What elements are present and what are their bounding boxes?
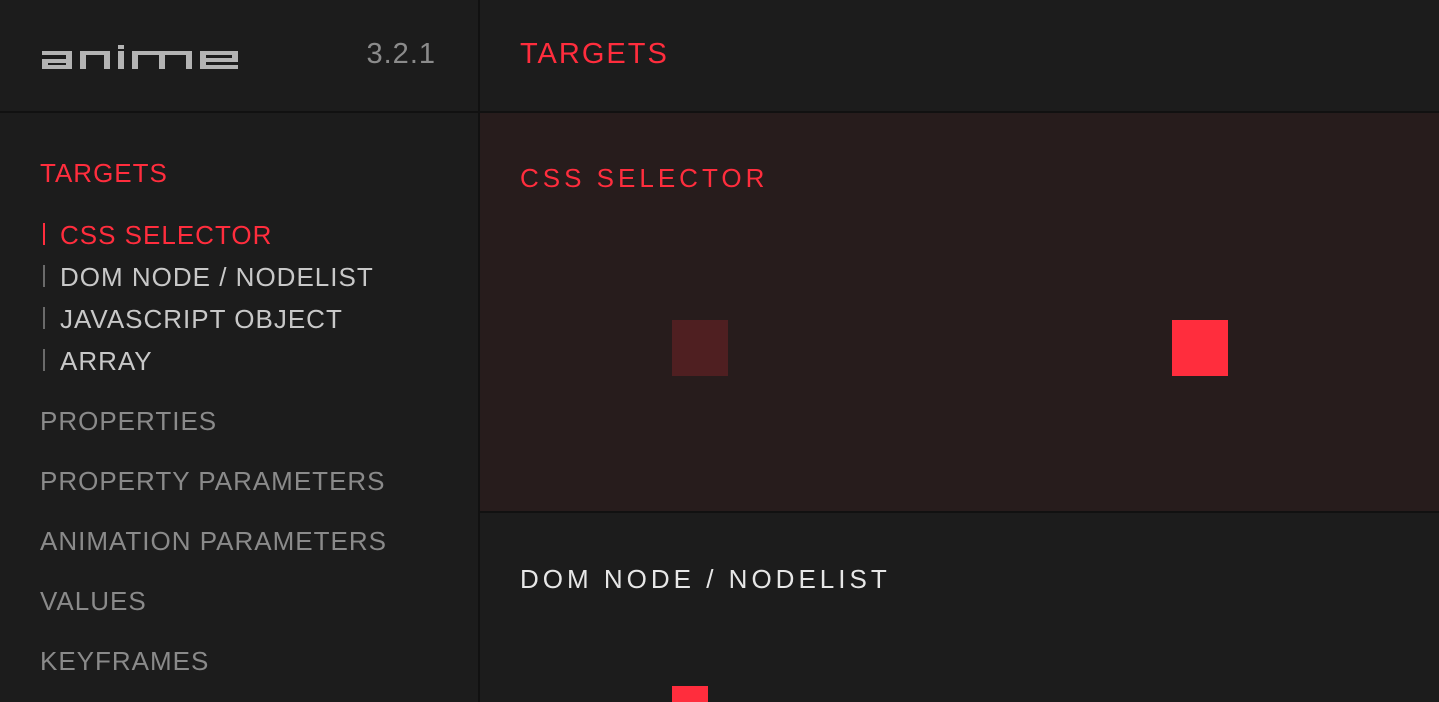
nav-item-javascript-object[interactable]: JAVASCRIPT OBJECT	[40, 304, 343, 335]
nav-section-properties[interactable]: PROPERTIES	[40, 406, 217, 437]
animated-square	[672, 686, 708, 702]
main-header: TARGETS	[480, 0, 1439, 113]
sidebar: 3.2.1 TARGETS CSS SELECTOR DOM NODE / NO…	[0, 0, 479, 702]
main-content: TARGETS CSS SELECTOR DOM NODE / NODELIST	[480, 0, 1439, 702]
app-window: 3.2.1 TARGETS CSS SELECTOR DOM NODE / NO…	[0, 0, 1439, 702]
nav-section-targets[interactable]: TARGETS	[40, 158, 168, 189]
nav-section-property-parameters[interactable]: PROPERTY PARAMETERS	[40, 466, 386, 497]
nav-item-css-selector[interactable]: CSS SELECTOR	[40, 220, 272, 251]
demo-title: CSS SELECTOR	[520, 163, 769, 193]
page-title: TARGETS	[520, 38, 669, 70]
demo-title: DOM NODE / NODELIST	[520, 564, 891, 594]
nav-item-array[interactable]: ARRAY	[40, 346, 153, 377]
sidebar-header: 3.2.1	[0, 0, 479, 113]
nav-section-animation-parameters[interactable]: ANIMATION PARAMETERS	[40, 526, 387, 557]
anime-logo[interactable]	[40, 43, 240, 71]
version-label: 3.2.1	[366, 38, 436, 70]
demo-css-selector[interactable]: CSS SELECTOR	[480, 113, 1439, 513]
animated-square	[1172, 320, 1228, 376]
ghost-square	[672, 320, 728, 376]
nav-section-keyframes[interactable]: KEYFRAMES	[40, 646, 209, 677]
demo-dom-node-nodelist[interactable]: DOM NODE / NODELIST	[480, 514, 1439, 702]
nav-item-dom-node-nodelist[interactable]: DOM NODE / NODELIST	[40, 262, 374, 293]
nav-section-values[interactable]: VALUES	[40, 586, 147, 617]
